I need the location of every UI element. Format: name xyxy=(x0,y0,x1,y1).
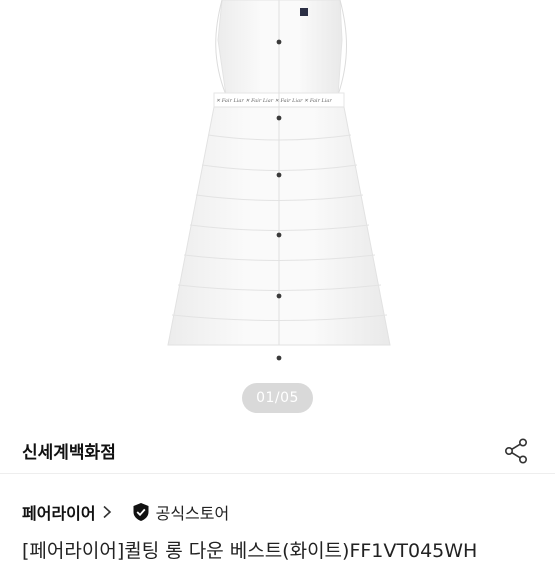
official-store-label: 공식스토어 xyxy=(155,504,230,523)
brand-row: 페어라이어 공식스토어 xyxy=(0,496,555,528)
image-page-indicator: 01/05 xyxy=(242,383,313,413)
store-bar: 신세계백화점 xyxy=(0,428,555,473)
share-button[interactable] xyxy=(501,436,531,466)
brand-name: 페어라이어 xyxy=(22,504,96,523)
shield-check-icon xyxy=(133,503,149,521)
divider xyxy=(0,473,555,474)
svg-text:✕ Fair Liar ✕ Fair Liar ✕ Fair: ✕ Fair Liar ✕ Fair Liar ✕ Fair Liar ✕ Fa… xyxy=(216,98,332,104)
official-store-badge[interactable]: 공식스토어 xyxy=(132,500,230,524)
product-image-gallery[interactable]: ✕ Fair Liar ✕ Fair Liar ✕ Fair Liar ✕ Fa… xyxy=(0,0,555,428)
product-title: [페어라이어]퀼팅 롱 다운 베스트(화이트)FF1VT045WH xyxy=(22,540,478,562)
store-name[interactable]: 신세계백화점 xyxy=(22,438,116,463)
brand-link[interactable]: 페어라이어 xyxy=(22,500,112,524)
share-icon xyxy=(504,437,528,463)
chevron-right-icon xyxy=(103,505,111,519)
product-image[interactable]: ✕ Fair Liar ✕ Fair Liar ✕ Fair Liar ✕ Fa… xyxy=(0,0,555,428)
